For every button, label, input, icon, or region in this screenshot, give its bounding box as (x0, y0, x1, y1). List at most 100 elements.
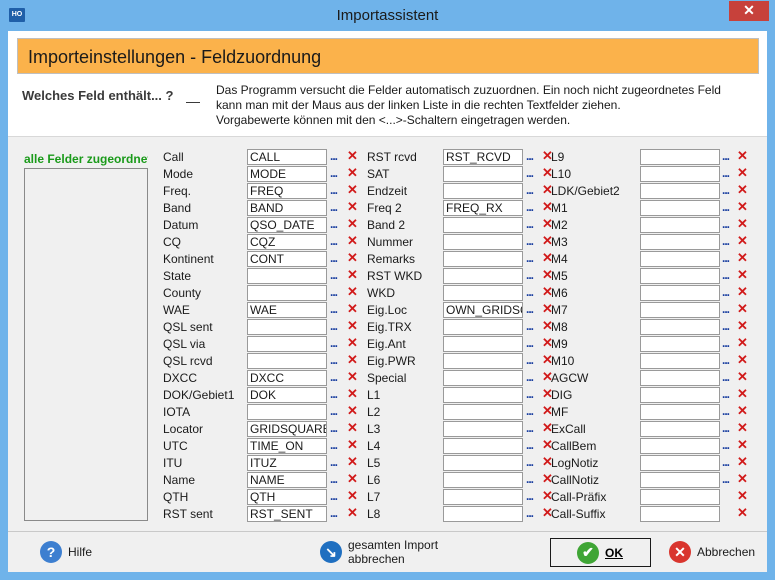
default-value-button[interactable]: ... (526, 472, 534, 486)
clear-field-icon[interactable]: ✕ (737, 471, 748, 487)
field-mapping-input[interactable]: OWN_GRIDSQUARE (443, 302, 523, 318)
default-value-button[interactable]: ... (330, 438, 338, 452)
field-mapping-input[interactable]: CONT (247, 251, 327, 267)
clear-field-icon[interactable]: ✕ (737, 165, 748, 181)
default-value-button[interactable]: ... (526, 302, 534, 316)
field-mapping-input[interactable] (443, 319, 523, 335)
clear-field-icon[interactable]: ✕ (347, 267, 358, 283)
clear-field-icon[interactable]: ✕ (347, 165, 358, 181)
field-mapping-input[interactable]: QTH (247, 489, 327, 505)
clear-field-icon[interactable]: ✕ (347, 471, 358, 487)
clear-field-icon[interactable]: ✕ (737, 250, 748, 266)
default-value-button[interactable]: ... (526, 149, 534, 163)
default-value-button[interactable]: ... (722, 438, 730, 452)
field-mapping-input[interactable] (640, 217, 720, 233)
field-mapping-input[interactable] (640, 370, 720, 386)
default-value-button[interactable]: ... (526, 319, 534, 333)
default-value-button[interactable]: ... (330, 183, 338, 197)
field-mapping-input[interactable]: QSO_DATE (247, 217, 327, 233)
default-value-button[interactable]: ... (526, 183, 534, 197)
field-mapping-input[interactable] (640, 336, 720, 352)
field-mapping-input[interactable] (247, 336, 327, 352)
field-mapping-input[interactable] (443, 251, 523, 267)
default-value-button[interactable]: ... (722, 268, 730, 282)
clear-field-icon[interactable]: ✕ (347, 199, 358, 215)
default-value-button[interactable]: ... (330, 336, 338, 350)
field-mapping-input[interactable] (443, 183, 523, 199)
default-value-button[interactable]: ... (330, 370, 338, 384)
default-value-button[interactable]: ... (330, 506, 338, 520)
clear-field-icon[interactable]: ✕ (737, 267, 748, 283)
field-mapping-input[interactable] (640, 200, 720, 216)
default-value-button[interactable]: ... (722, 336, 730, 350)
default-value-button[interactable]: ... (526, 353, 534, 367)
default-value-button[interactable]: ... (722, 421, 730, 435)
field-mapping-input[interactable] (640, 302, 720, 318)
field-mapping-input[interactable] (443, 472, 523, 488)
clear-field-icon[interactable]: ✕ (347, 403, 358, 419)
clear-field-icon[interactable]: ✕ (737, 386, 748, 402)
clear-field-icon[interactable]: ✕ (347, 301, 358, 317)
default-value-button[interactable]: ... (722, 387, 730, 401)
field-mapping-input[interactable]: TIME_ON (247, 438, 327, 454)
default-value-button[interactable]: ... (526, 217, 534, 231)
field-mapping-input[interactable] (443, 421, 523, 437)
default-value-button[interactable]: ... (330, 166, 338, 180)
default-value-button[interactable]: ... (526, 268, 534, 282)
field-mapping-input[interactable]: FREQ (247, 183, 327, 199)
field-mapping-input[interactable] (443, 166, 523, 182)
default-value-button[interactable]: ... (330, 268, 338, 282)
default-value-button[interactable]: ... (330, 302, 338, 316)
clear-field-icon[interactable]: ✕ (347, 216, 358, 232)
field-mapping-input[interactable] (247, 404, 327, 420)
title-bar[interactable]: HO Importassistent ✕ (0, 0, 775, 31)
default-value-button[interactable]: ... (330, 251, 338, 265)
default-value-button[interactable]: ... (330, 200, 338, 214)
default-value-button[interactable]: ... (330, 455, 338, 469)
clear-field-icon[interactable]: ✕ (737, 182, 748, 198)
field-mapping-input[interactable]: DXCC (247, 370, 327, 386)
field-mapping-input[interactable]: CQZ (247, 234, 327, 250)
field-mapping-input[interactable]: GRIDSQUARE (247, 421, 327, 437)
clear-field-icon[interactable]: ✕ (347, 386, 358, 402)
clear-field-icon[interactable]: ✕ (347, 488, 358, 504)
default-value-button[interactable]: ... (526, 251, 534, 265)
clear-field-icon[interactable]: ✕ (737, 352, 748, 368)
default-value-button[interactable]: ... (722, 404, 730, 418)
default-value-button[interactable]: ... (722, 149, 730, 163)
clear-field-icon[interactable]: ✕ (737, 318, 748, 334)
field-mapping-input[interactable] (443, 455, 523, 471)
default-value-button[interactable]: ... (526, 200, 534, 214)
window-close-button[interactable]: ✕ (729, 1, 769, 21)
default-value-button[interactable]: ... (722, 234, 730, 248)
clear-field-icon[interactable]: ✕ (737, 148, 748, 164)
cancel-button[interactable]: ✕ Abbrechen (669, 538, 755, 566)
clear-field-icon[interactable]: ✕ (347, 335, 358, 351)
default-value-button[interactable]: ... (330, 234, 338, 248)
default-value-button[interactable]: ... (722, 472, 730, 486)
default-value-button[interactable]: ... (526, 455, 534, 469)
default-value-button[interactable]: ... (526, 404, 534, 418)
field-mapping-input[interactable] (247, 319, 327, 335)
default-value-button[interactable]: ... (330, 217, 338, 231)
field-mapping-input[interactable] (640, 455, 720, 471)
field-mapping-input[interactable]: MODE (247, 166, 327, 182)
clear-field-icon[interactable]: ✕ (347, 284, 358, 300)
default-value-button[interactable]: ... (722, 200, 730, 214)
field-mapping-input[interactable] (247, 268, 327, 284)
field-mapping-input[interactable]: DOK (247, 387, 327, 403)
default-value-button[interactable]: ... (330, 472, 338, 486)
field-mapping-input[interactable] (640, 506, 720, 522)
field-mapping-input[interactable] (640, 268, 720, 284)
clear-field-icon[interactable]: ✕ (737, 403, 748, 419)
field-mapping-input[interactable] (443, 353, 523, 369)
clear-field-icon[interactable]: ✕ (737, 216, 748, 232)
default-value-button[interactable]: ... (330, 353, 338, 367)
field-mapping-input[interactable] (443, 285, 523, 301)
default-value-button[interactable]: ... (722, 319, 730, 333)
default-value-button[interactable]: ... (526, 489, 534, 503)
clear-field-icon[interactable]: ✕ (737, 284, 748, 300)
field-mapping-input[interactable] (640, 183, 720, 199)
field-mapping-input[interactable] (640, 489, 720, 505)
clear-field-icon[interactable]: ✕ (347, 454, 358, 470)
